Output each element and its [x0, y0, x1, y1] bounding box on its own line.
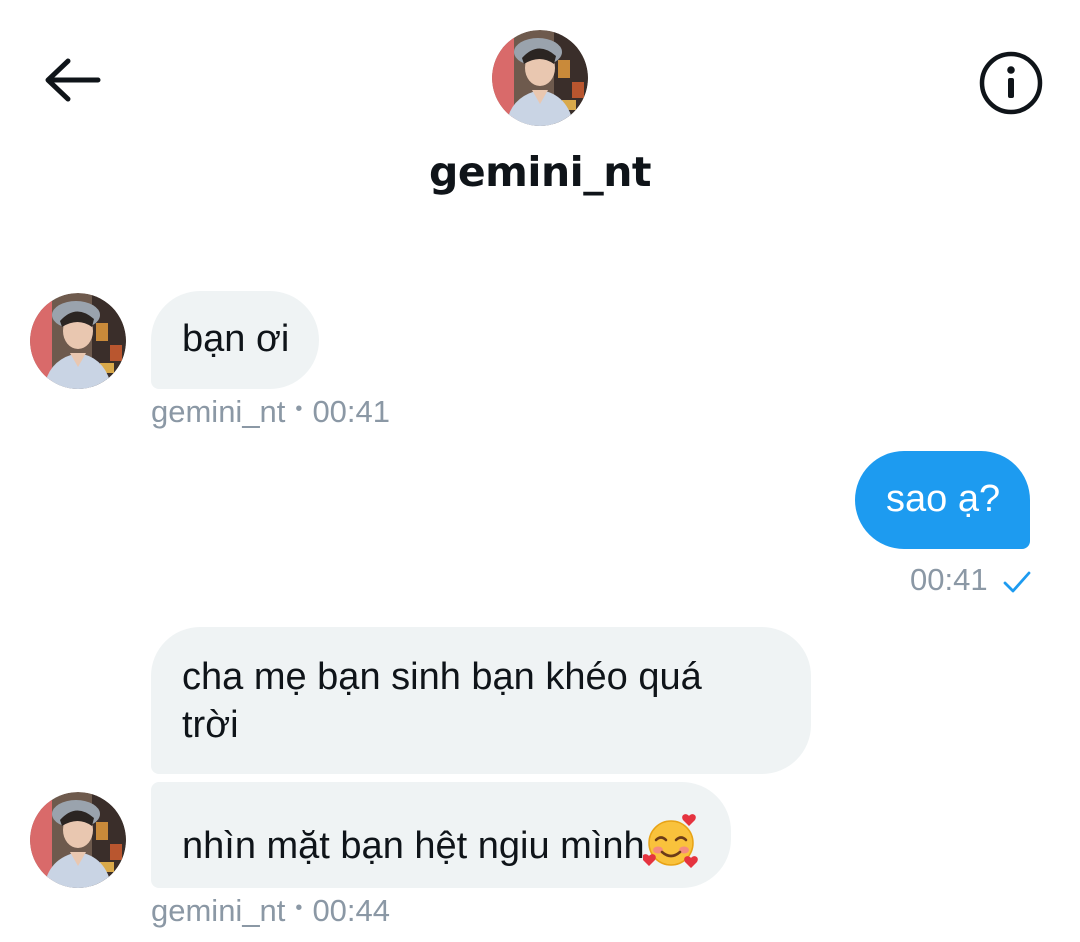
message-meta: gemini_nt • 00:41: [151, 394, 390, 430]
message-sender: gemini_nt: [151, 893, 286, 928]
message-bubble-incoming[interactable]: cha mẹ bạn sinh bạn khéo quá trời: [151, 627, 811, 774]
sender-avatar[interactable]: [30, 293, 126, 389]
separator-dot: •: [295, 398, 303, 421]
back-button[interactable]: [40, 52, 104, 108]
message-bubble-incoming[interactable]: nhìn mặt bạn hệt ngiu mình: [151, 782, 731, 888]
message-text: sao ạ?: [886, 478, 1001, 520]
header-avatar[interactable]: [492, 30, 588, 126]
info-circle-icon: [979, 51, 1043, 115]
conversation-title[interactable]: gemini_nt: [0, 148, 1080, 196]
avatar-image: [492, 30, 588, 126]
message-bubble-outgoing[interactable]: sao ạ?: [855, 451, 1031, 549]
check-icon: [1003, 571, 1031, 593]
message-meta: gemini_nt • 00:44: [151, 893, 390, 929]
arrow-left-icon: [45, 58, 101, 102]
avatar-image: [30, 792, 126, 888]
message-sender: gemini_nt: [151, 394, 286, 429]
sender-avatar[interactable]: [30, 792, 126, 888]
smiling-face-with-hearts-icon: [642, 814, 698, 868]
message-text: bạn ơi: [182, 318, 290, 360]
separator-dot: •: [295, 897, 303, 920]
message-text-line: trời: [182, 704, 239, 746]
message-time: 00:41: [312, 394, 391, 429]
message-text-line: cha mẹ bạn sinh bạn khéo quá: [182, 656, 702, 698]
message-time: 00:41: [910, 562, 988, 597]
info-button[interactable]: [978, 50, 1044, 116]
message-time: 00:44: [312, 893, 391, 928]
message-text: nhìn mặt bạn hệt ngiu mình: [182, 825, 645, 867]
message-bubble-incoming[interactable]: bạn ơi: [151, 291, 320, 389]
message-meta: 00:41: [910, 562, 1032, 598]
avatar-image: [30, 293, 126, 389]
